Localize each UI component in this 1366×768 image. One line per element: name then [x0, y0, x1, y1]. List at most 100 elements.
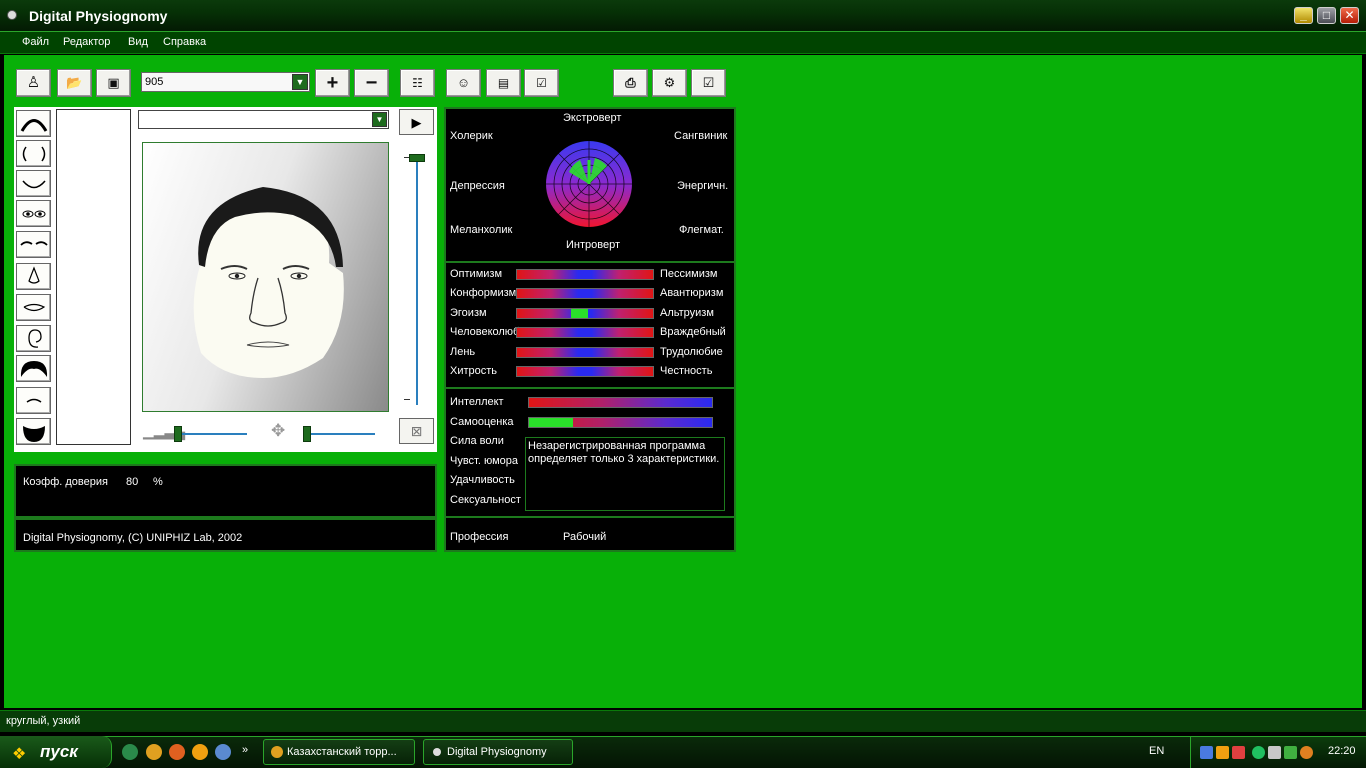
trait-bar [516, 327, 654, 338]
add-button[interactable]: + [315, 69, 350, 97]
system-tray: 22:20 [1190, 737, 1366, 768]
mail-icon[interactable] [169, 744, 185, 760]
face-profile-button[interactable]: ☺ [446, 69, 481, 97]
feature-head-button[interactable] [16, 110, 51, 137]
trait-left-label: Лень [450, 346, 476, 358]
trait-left-label: Эгоизм [450, 307, 487, 319]
clear-button[interactable]: ⊠ [399, 418, 434, 444]
document-icon: ▤ [497, 76, 510, 90]
network-status-icon[interactable] [1284, 746, 1297, 759]
feature-chin-button[interactable] [16, 170, 51, 197]
chrome-icon [271, 746, 283, 758]
feature-nose-button[interactable] [16, 263, 51, 290]
open-button[interactable]: 📂 [57, 69, 92, 97]
size-vertical-slider-thumb[interactable] [409, 154, 425, 162]
nose-icon [28, 266, 40, 284]
humor-label: Чувст. юмора [450, 455, 519, 467]
feature-ear-button[interactable] [16, 325, 51, 352]
trait-bar [516, 347, 654, 358]
start-button[interactable]: ❖ пуск [0, 736, 112, 768]
feature-face-button[interactable] [16, 140, 51, 167]
start-label: пуск [40, 742, 78, 761]
taskbar-item-physiognomy[interactable]: Digital Physiognomy [423, 739, 573, 765]
chevron-down-icon[interactable]: ▼ [372, 112, 387, 127]
trait-marker [571, 309, 588, 318]
copyright-box: Digital Physiognomy, (C) UNIPHIZ Lab, 20… [14, 518, 437, 552]
document-button[interactable]: ▤ [486, 69, 521, 97]
taskbar-item-label: Казахстанский торр... [287, 746, 397, 758]
menu-edit[interactable]: Редактор [63, 36, 110, 48]
maximize-button[interactable]: □ [1317, 7, 1336, 24]
chevron-right-icon[interactable]: » [242, 744, 248, 756]
volume-icon[interactable] [1268, 746, 1281, 759]
checkbox-icon: ☑ [702, 75, 715, 90]
taskbar-item-torrent[interactable]: Казахстанский торр... [263, 739, 415, 765]
checklist-edit-button[interactable]: ☑ [524, 69, 559, 97]
app-icon[interactable] [7, 10, 17, 20]
minimize-button[interactable]: _ [1294, 7, 1313, 24]
trust-unit: % [153, 476, 163, 488]
divider [444, 516, 736, 518]
position-slider-track[interactable] [305, 433, 375, 435]
trait-right-label: Авантюризм [660, 287, 724, 299]
check-button[interactable]: ☑ [691, 69, 726, 97]
contrast-slider-thumb[interactable] [174, 426, 182, 442]
contrast-slider-track[interactable] [177, 433, 247, 435]
trust-value: 80 [126, 476, 139, 488]
floppy-disk-icon: ▣ [107, 75, 120, 90]
trait-right-label: Альтруизм [660, 307, 714, 319]
face-id-combo[interactable]: 905 ▼ [141, 72, 310, 92]
status-text: круглый, узкий [6, 715, 81, 727]
play-button[interactable]: ▶ [399, 109, 434, 135]
print-button[interactable]: ⎙ [613, 69, 648, 97]
feature-hair-button[interactable] [16, 355, 51, 382]
eyebrows-icon [20, 241, 48, 246]
new-face-button[interactable]: ♙ [16, 69, 51, 97]
feature-mustache-button[interactable] [16, 387, 51, 414]
move-arrows-icon: ✥ [271, 421, 286, 440]
feature-eyebrows-button[interactable] [16, 231, 51, 258]
head-shape-icon [20, 119, 48, 132]
plus-icon: + [326, 72, 339, 94]
feature-mouth-button[interactable] [16, 294, 51, 321]
divider [444, 261, 736, 263]
trait-right-label: Пессимизм [660, 268, 718, 280]
update-icon[interactable] [1252, 746, 1265, 759]
size-vertical-slider-track[interactable] [416, 157, 418, 405]
network-icon[interactable] [215, 744, 231, 760]
antivirus-icon[interactable] [1300, 746, 1313, 759]
language-indicator[interactable]: EN [1149, 745, 1164, 757]
media-player-icon[interactable] [1216, 746, 1229, 759]
self-esteem-bar [528, 417, 713, 428]
edit-list-button[interactable]: ☷ [400, 69, 435, 97]
feature-beard-button[interactable] [16, 418, 51, 445]
speaker-muted-icon[interactable] [1232, 746, 1245, 759]
trait-right-label: Честность [660, 365, 713, 377]
menu-file[interactable]: Файл [22, 36, 49, 48]
feature-type-combo[interactable]: ▼ [138, 110, 389, 129]
trait-right-label: Трудолюбие [660, 346, 723, 358]
close-button[interactable]: ✕ [1340, 7, 1359, 24]
torrent-icon[interactable] [122, 744, 138, 760]
menu-view[interactable]: Вид [128, 36, 148, 48]
willpower-label: Сила воли [450, 435, 504, 447]
face-preview[interactable] [142, 142, 389, 412]
menu-help[interactable]: Справка [163, 36, 206, 48]
trait-bar [516, 366, 654, 377]
chrome-icon[interactable] [146, 744, 162, 760]
remove-button[interactable]: − [354, 69, 389, 97]
position-slider-thumb[interactable] [303, 426, 311, 442]
app-launcher-icon[interactable] [192, 744, 208, 760]
unregistered-message: Незарегистрированная программа определяе… [525, 437, 725, 511]
settings-icon: ⚙ [663, 75, 676, 90]
choleric-label: Холерик [450, 130, 493, 142]
window-icon[interactable] [1200, 746, 1213, 759]
windows-logo-icon: ❖ [12, 746, 27, 763]
feature-eyes-button[interactable] [16, 200, 51, 227]
menu-bar: Файл Редактор Вид Справка [0, 32, 1366, 54]
chevron-down-icon[interactable]: ▼ [292, 74, 308, 90]
ear-icon [28, 329, 42, 348]
save-button[interactable]: ▣ [96, 69, 131, 97]
feature-variants-list[interactable] [56, 109, 131, 445]
settings-button[interactable]: ⚙ [652, 69, 687, 97]
